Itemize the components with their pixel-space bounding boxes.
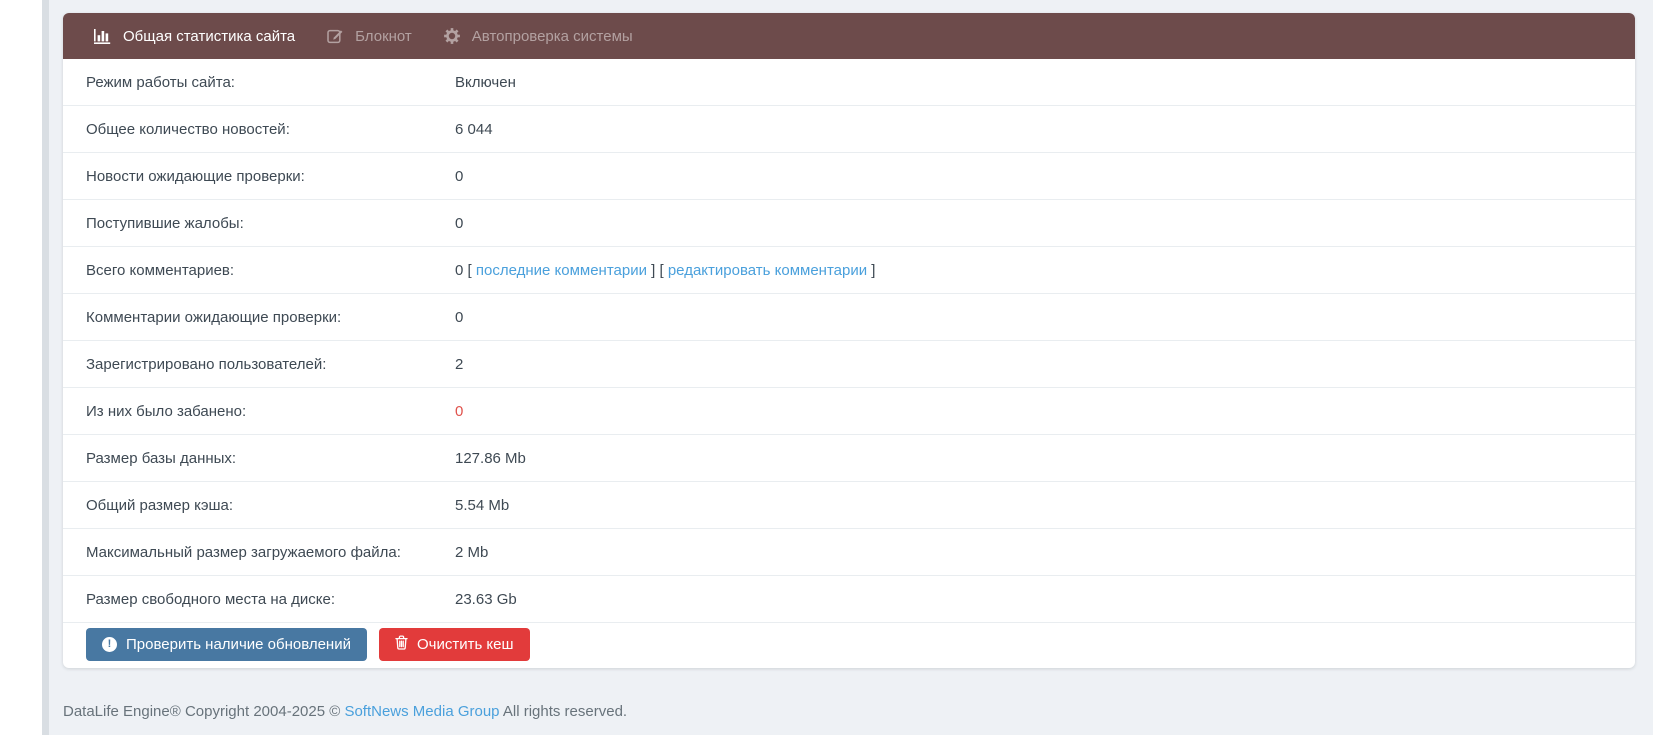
stat-value: 6 044 <box>455 120 493 138</box>
copyright-footer: DataLife Engine® Copyright 2004-2025 © S… <box>63 703 627 720</box>
stat-row: Комментарии ожидающие проверки: 0 <box>63 294 1635 341</box>
stat-label: Режим работы сайта: <box>86 73 235 91</box>
tab-label: Автопроверка системы <box>471 27 633 45</box>
stat-value: 2 Mb <box>455 543 489 561</box>
stat-row: Размер базы данных: 127.86 Mb <box>63 435 1635 482</box>
stat-label: Комментарии ожидающие проверки: <box>86 308 342 326</box>
stat-label: Новости ожидающие проверки: <box>86 167 305 185</box>
gear-icon <box>443 28 460 44</box>
stat-label: Всего комментариев: <box>86 261 235 279</box>
actions-bar: ! Проверить наличие обновлений Очистить … <box>63 623 1635 661</box>
sidebar-edge <box>0 0 42 735</box>
stat-label: Зарегистрировано пользователей: <box>86 355 327 373</box>
stat-value: 23.63 Gb <box>455 590 517 608</box>
check-updates-button[interactable]: ! Проверить наличие обновлений <box>86 628 367 661</box>
stat-value: 5.54 Mb <box>455 496 510 514</box>
stat-row: Из них было забанено: 0 <box>63 388 1635 435</box>
tab-label: Блокнот <box>355 27 412 45</box>
stats-table: Режим работы сайта: Включен Общее количест… <box>63 59 1635 623</box>
tab-system-check[interactable]: Автопроверка системы <box>428 13 649 59</box>
comments-link[interactable]: последние комментарии <box>476 262 647 279</box>
stat-label: Размер свободного места на диске: <box>86 590 336 608</box>
stat-value: 127.86 Mb <box>455 449 526 467</box>
tab-general-stats[interactable]: Общая статистика сайта <box>78 13 311 59</box>
stat-row: Общий размер кэша: 5.54 Mb <box>63 482 1635 529</box>
stat-label: Максимальный размер загружаемого файла: <box>86 543 401 561</box>
clear-cache-button[interactable]: Очистить кеш <box>378 628 530 661</box>
stat-value: 0 [ последние комментарии ] [ редактиров… <box>455 261 876 279</box>
check-updates-label: Проверить наличие обновлений <box>126 636 351 653</box>
stat-value: 0 <box>455 308 464 326</box>
comments-link[interactable]: редактировать комментарии <box>668 262 867 279</box>
tab-notepad[interactable]: Блокнот <box>311 13 428 59</box>
clear-cache-label: Очистить кеш <box>416 636 514 653</box>
stat-row: Всего комментариев: 0 [ последние коммент… <box>63 247 1635 294</box>
bar-chart-icon <box>94 28 111 44</box>
tab-label: Общая статистика сайта <box>123 27 296 45</box>
stat-label: Общий размер кэша: <box>86 496 234 514</box>
footer-text-before: DataLife Engine® Copyright 2004-2025 © <box>63 703 345 720</box>
stat-value: Включен <box>455 73 516 91</box>
stat-value: 0 <box>455 167 464 185</box>
stat-value: 0 <box>455 402 464 420</box>
trash-icon <box>395 635 408 654</box>
stat-label: Размер базы данных: <box>86 449 237 467</box>
stat-row: Новости ожидающие проверки: 0 <box>63 153 1635 200</box>
stat-row: Общее количество новостей: 6 044 <box>63 106 1635 153</box>
stat-label: Общее количество новостей: <box>86 120 290 138</box>
statistics-panel: Общая статистика сайта Блокнот Автопрове… <box>63 13 1635 668</box>
stat-row: Поступившие жалобы: 0 <box>63 200 1635 247</box>
stat-value: 0 <box>455 214 464 232</box>
stat-row: Размер свободного места на диске: 23.63 G… <box>63 576 1635 623</box>
stat-label: Поступившие жалобы: <box>86 214 244 232</box>
stat-row: Максимальный размер загружаемого файла: 2… <box>63 529 1635 576</box>
footer-text-after: All rights reserved. <box>499 703 628 720</box>
edit-icon <box>327 28 343 44</box>
softnews-link[interactable]: SoftNews Media Group <box>344 703 499 720</box>
stat-row: Режим работы сайта: Включен <box>63 59 1635 106</box>
panel-tabs-header: Общая статистика сайта Блокнот Автопрове… <box>63 13 1635 59</box>
sidebar-scrollbar[interactable] <box>42 0 49 735</box>
stat-value: 2 <box>455 355 464 373</box>
stat-label: Из них было забанено: <box>86 402 247 420</box>
exclamation-circle-icon: ! <box>102 637 117 652</box>
stat-row: Зарегистрировано пользователей: 2 <box>63 341 1635 388</box>
